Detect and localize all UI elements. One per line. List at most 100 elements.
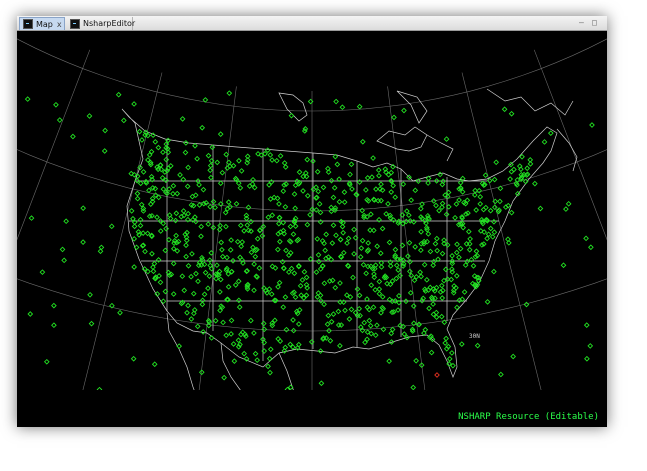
station-marker[interactable]	[283, 326, 290, 333]
station-marker[interactable]	[277, 153, 284, 159]
station-marker[interactable]	[327, 337, 334, 344]
station-marker[interactable]	[205, 285, 211, 292]
station-marker[interactable]	[88, 320, 95, 327]
station-marker[interactable]	[137, 180, 144, 187]
station-marker[interactable]	[491, 229, 498, 236]
station-marker[interactable]	[219, 253, 226, 260]
station-marker[interactable]	[207, 162, 214, 169]
station-marker[interactable]	[314, 236, 321, 242]
station-marker[interactable]	[210, 198, 217, 205]
station-marker[interactable]	[239, 239, 246, 245]
station-marker[interactable]	[418, 247, 424, 254]
station-marker[interactable]	[547, 130, 554, 136]
station-marker[interactable]	[507, 176, 514, 182]
station-marker[interactable]	[208, 174, 214, 181]
station-marker[interactable]	[466, 246, 473, 253]
station-marker[interactable]	[117, 309, 123, 316]
tab-map[interactable]: Map x	[19, 17, 65, 30]
station-marker[interactable]	[436, 207, 442, 214]
station-marker[interactable]	[221, 374, 227, 381]
station-marker[interactable]	[458, 341, 465, 347]
station-marker[interactable]	[154, 214, 160, 221]
station-marker[interactable]	[392, 246, 399, 253]
station-marker[interactable]	[304, 221, 311, 228]
station-marker[interactable]	[379, 225, 386, 232]
station-marker[interactable]	[486, 177, 493, 184]
station-marker[interactable]	[470, 263, 477, 269]
station-marker[interactable]	[412, 244, 419, 250]
station-marker[interactable]	[260, 320, 267, 327]
station-marker[interactable]	[59, 246, 66, 253]
station-marker[interactable]	[230, 341, 237, 347]
station-marker[interactable]	[356, 292, 363, 299]
station-marker[interactable]	[583, 235, 589, 242]
station-marker[interactable]	[24, 96, 31, 102]
minimize-icon[interactable]: –	[579, 18, 584, 28]
station-marker[interactable]	[328, 318, 335, 325]
station-marker[interactable]	[287, 223, 294, 230]
station-marker[interactable]	[183, 242, 189, 249]
station-marker[interactable]	[56, 117, 63, 123]
station-marker[interactable]	[282, 164, 289, 170]
station-marker[interactable]	[378, 309, 384, 316]
station-marker[interactable]	[241, 350, 247, 357]
station-marker[interactable]	[268, 291, 275, 298]
station-marker[interactable]	[144, 230, 151, 237]
station-marker[interactable]	[235, 278, 242, 285]
station-marker[interactable]	[423, 276, 430, 283]
station-marker[interactable]	[254, 357, 261, 364]
station-marker[interactable]	[443, 136, 450, 142]
station-marker[interactable]	[379, 294, 386, 300]
station-marker[interactable]	[170, 190, 176, 197]
station-marker[interactable]	[194, 155, 200, 162]
station-marker[interactable]	[456, 254, 462, 261]
station-marker[interactable]	[288, 112, 295, 119]
station-marker[interactable]	[251, 287, 257, 294]
station-marker[interactable]	[194, 323, 201, 330]
station-marker[interactable]	[39, 269, 46, 276]
station-marker[interactable]	[217, 289, 223, 295]
station-marker[interactable]	[80, 239, 86, 245]
station-marker[interactable]	[385, 200, 391, 207]
station-marker[interactable]	[139, 137, 145, 143]
station-marker[interactable]	[334, 161, 341, 168]
station-marker[interactable]	[317, 219, 324, 225]
station-marker[interactable]	[356, 103, 363, 110]
station-marker[interactable]	[501, 106, 508, 113]
station-marker[interactable]	[439, 204, 445, 211]
station-marker[interactable]	[588, 244, 594, 251]
station-marker[interactable]	[315, 188, 322, 195]
station-marker[interactable]	[391, 114, 397, 121]
station-marker[interactable]	[166, 186, 173, 192]
station-marker[interactable]	[181, 287, 188, 294]
station-marker[interactable]	[449, 350, 455, 356]
station-marker[interactable]	[130, 355, 137, 362]
station-marker[interactable]	[212, 317, 219, 324]
station-marker[interactable]	[27, 311, 34, 317]
station-marker[interactable]	[267, 369, 273, 376]
station-marker[interactable]	[337, 342, 343, 349]
station-marker[interactable]	[316, 201, 323, 207]
station-marker[interactable]	[292, 205, 299, 212]
station-marker[interactable]	[467, 236, 473, 242]
station-marker[interactable]	[443, 211, 450, 218]
station-marker[interactable]	[456, 197, 462, 203]
station-marker[interactable]	[155, 144, 162, 151]
station-marker[interactable]	[223, 223, 229, 230]
station-marker[interactable]	[307, 211, 313, 218]
station-marker[interactable]	[439, 250, 446, 257]
station-marker[interactable]	[276, 220, 282, 227]
station-marker[interactable]	[198, 223, 205, 230]
station-marker[interactable]	[209, 144, 216, 151]
station-marker[interactable]	[357, 254, 364, 260]
station-marker[interactable]	[365, 240, 372, 246]
station-marker[interactable]	[267, 346, 274, 353]
station-marker[interactable]	[224, 254, 230, 261]
station-marker[interactable]	[185, 164, 191, 171]
station-marker[interactable]	[584, 355, 590, 362]
station-marker[interactable]	[272, 265, 279, 271]
station-marker[interactable]	[351, 251, 357, 257]
station-marker[interactable]	[407, 258, 413, 265]
station-marker[interactable]	[170, 260, 177, 267]
station-marker[interactable]	[348, 161, 355, 168]
